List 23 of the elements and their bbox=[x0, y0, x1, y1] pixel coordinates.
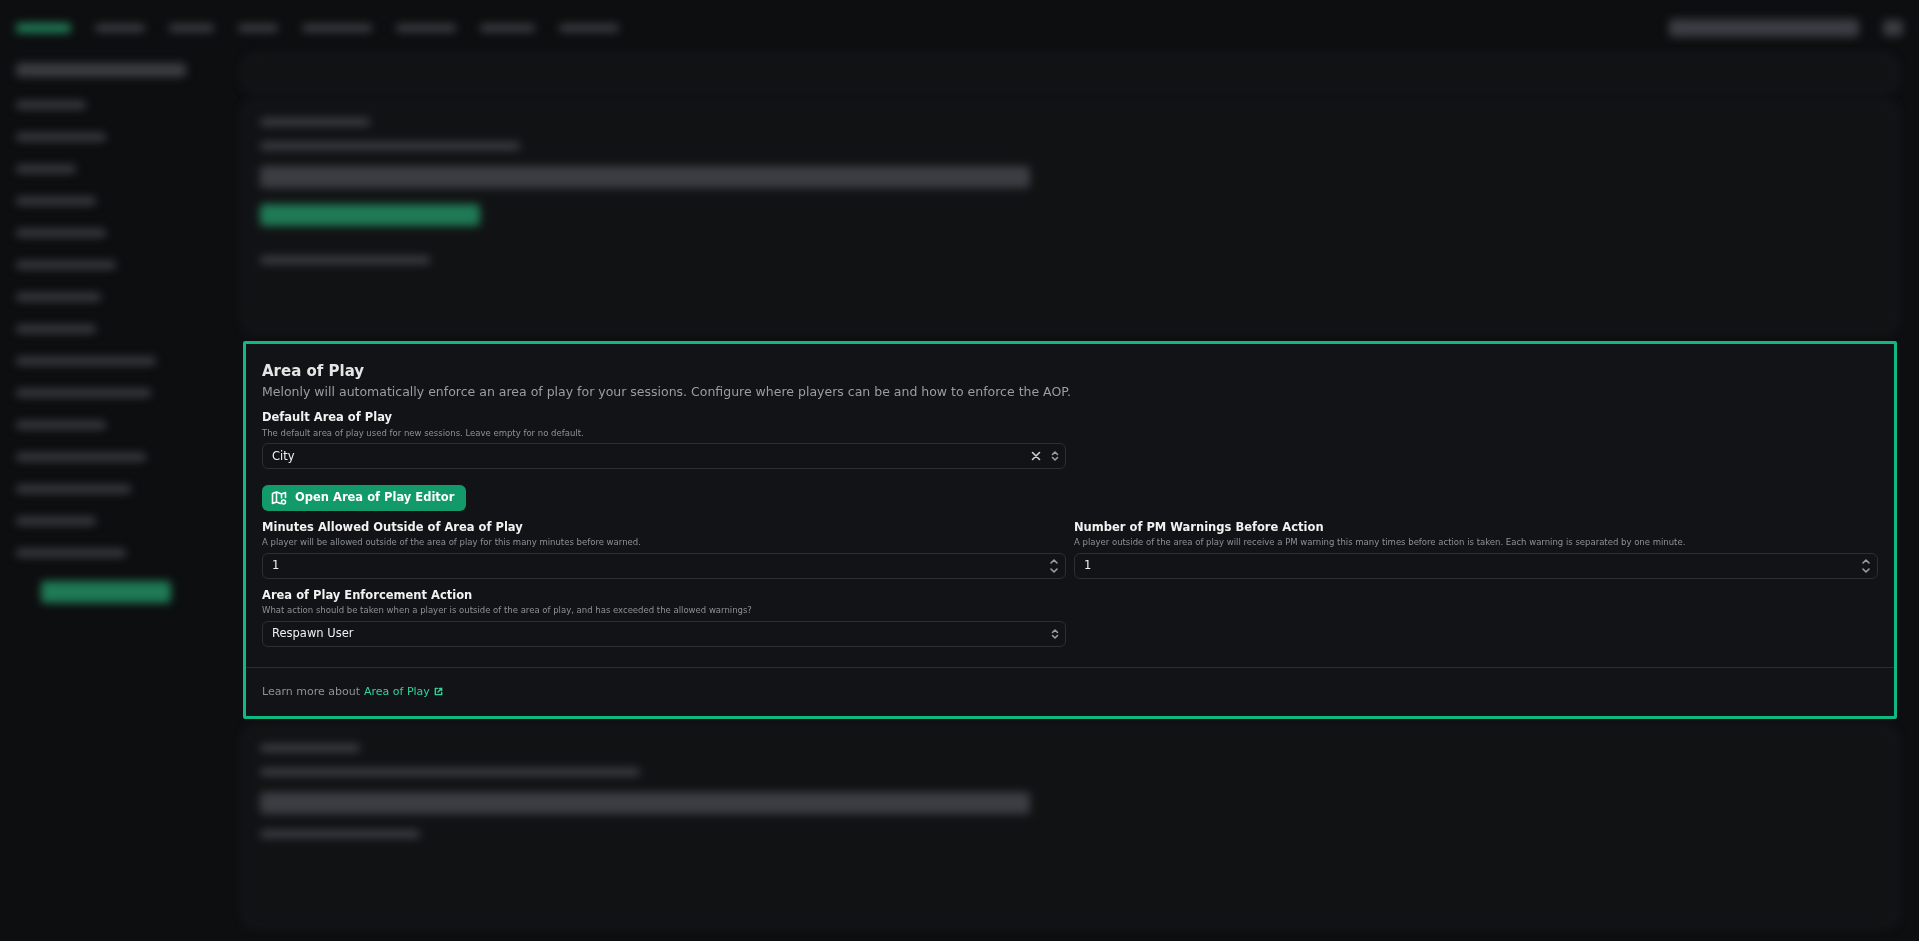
docs-link[interactable]: Area of Play bbox=[363, 683, 443, 700]
card-title: Area of Play bbox=[262, 361, 366, 382]
number-field[interactable]: 1 bbox=[1074, 552, 1878, 579]
chevron-updown-icon bbox=[1051, 450, 1059, 463]
number-field[interactable]: 1 bbox=[262, 552, 1066, 579]
external-link-icon bbox=[433, 687, 443, 697]
select-field[interactable]: Respawn User bbox=[262, 620, 1066, 647]
map-icon bbox=[271, 489, 287, 506]
stepper-icon bbox=[1861, 557, 1871, 574]
footer-text: Learn more about bbox=[262, 683, 360, 700]
field-label: Minutes Allowed Outside of Area of Play bbox=[262, 518, 524, 536]
field-label: Default Area of Play bbox=[262, 409, 394, 427]
chevron-updown-icon bbox=[1051, 627, 1059, 640]
field-hint: A player will be allowed outside of the area of play for this many minutes before warned. bbox=[262, 535, 642, 549]
stepper-icon bbox=[1049, 557, 1059, 574]
field-hint: What action should be taken when a player is outside of the area of play, and has exceeded the allowed warnings? bbox=[262, 603, 753, 617]
field-hint: The default area of play used for new sessions. Leave empty for no default. bbox=[262, 426, 585, 440]
select-field[interactable]: City bbox=[262, 443, 1066, 470]
map-editor-button[interactable]: Open Area of Play Editor bbox=[262, 485, 467, 511]
field-label: Area of Play Enforcement Action bbox=[262, 586, 474, 604]
field-label: Number of PM Warnings Before Action bbox=[1074, 518, 1325, 536]
field-hint: A player outside of the area of play will receive a PM warning this many times before action is taken. Each warning is separated by one minute. bbox=[1074, 535, 1687, 549]
card-description: Melonly will automatically enforce an area of play for your sessions. Configure where players can be and how to enforce the AOP. bbox=[262, 382, 1072, 401]
